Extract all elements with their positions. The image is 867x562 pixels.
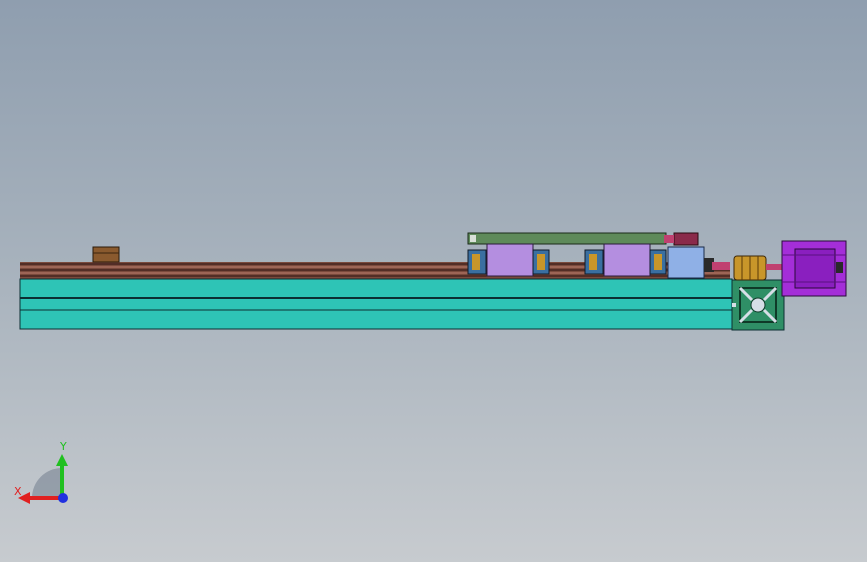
aluminum-rail [19, 278, 733, 330]
x-axis-label: X [14, 485, 22, 498]
limit-sensor [664, 232, 699, 246]
cad-viewport[interactable]: Y X [0, 0, 867, 562]
bearing-block-left [467, 243, 550, 277]
bearing-block-right [584, 243, 667, 277]
carriage-plate [467, 232, 667, 245]
z-axis-dot-icon [58, 493, 68, 503]
coordinate-triad: Y X [14, 440, 68, 504]
end-profile-block [731, 279, 785, 331]
linear-module-assembly[interactable] [0, 0, 867, 562]
stepper-motor [781, 240, 847, 297]
shaft-coupling [733, 255, 782, 281]
y-axis-label: Y [59, 440, 67, 453]
end-stop-block [92, 246, 120, 263]
triad-plane-icon [32, 468, 62, 498]
